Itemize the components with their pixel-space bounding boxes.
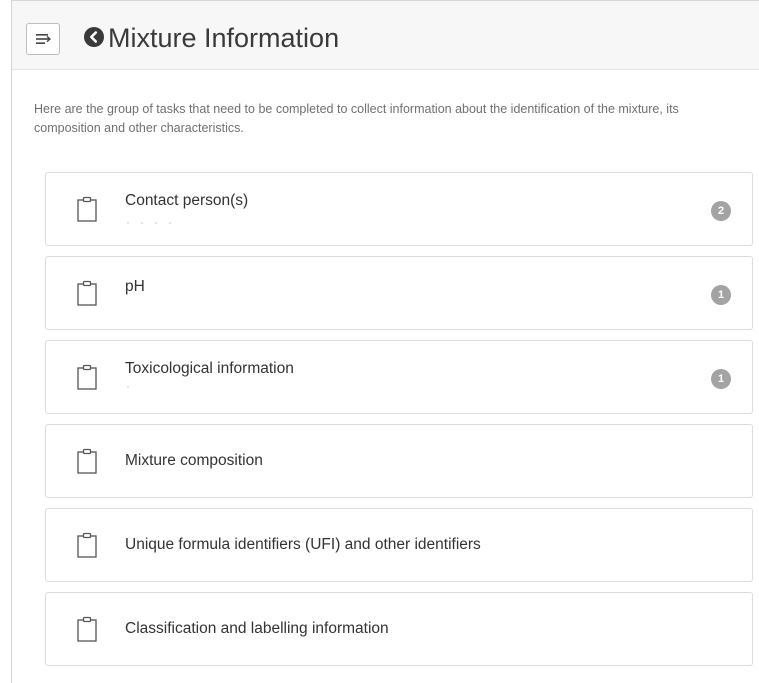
- task-card-ufi-identifiers[interactable]: Unique formula identifiers (UFI) and oth…: [45, 508, 753, 582]
- intro-text: Here are the group of tasks that need to…: [34, 102, 679, 135]
- main-panel: Mixture Information Here are the group o…: [11, 0, 759, 683]
- task-list: Contact person(s) 2 pH 1 Toxicological i: [45, 172, 753, 676]
- task-card-classification-labelling[interactable]: Classification and labelling information: [45, 592, 753, 666]
- back-circle-icon[interactable]: [84, 27, 104, 47]
- clipboard-icon: [77, 280, 97, 306]
- task-label: Classification and labelling information: [125, 620, 389, 637]
- task-count-badge: 1: [711, 369, 731, 389]
- clipboard-icon: [77, 616, 97, 642]
- menu-icon: [36, 34, 51, 44]
- task-label: Mixture composition: [125, 452, 263, 469]
- task-subtext-dots: [127, 386, 129, 388]
- task-label: Toxicological information: [125, 360, 294, 377]
- task-card-mixture-composition[interactable]: Mixture composition: [45, 424, 753, 498]
- task-count-badge: 1: [711, 285, 731, 305]
- clipboard-icon: [77, 196, 97, 222]
- task-label: pH: [125, 278, 145, 295]
- task-card-toxicological-information[interactable]: Toxicological information 1: [45, 340, 753, 414]
- task-card-ph[interactable]: pH 1: [45, 256, 753, 330]
- task-label: Contact person(s): [125, 192, 249, 209]
- task-label: Unique formula identifiers (UFI) and oth…: [125, 536, 481, 553]
- page-title: Mixture Information: [108, 23, 340, 53]
- clipboard-icon: [77, 532, 97, 558]
- menu-button[interactable]: [26, 23, 60, 55]
- clipboard-icon: [77, 364, 97, 390]
- clipboard-icon: [77, 448, 97, 474]
- task-count-badge: 2: [711, 201, 731, 221]
- task-subtext-dots: [127, 222, 171, 224]
- task-card-contact-persons[interactable]: Contact person(s) 2: [45, 172, 753, 246]
- page-header: Mixture Information: [12, 1, 759, 70]
